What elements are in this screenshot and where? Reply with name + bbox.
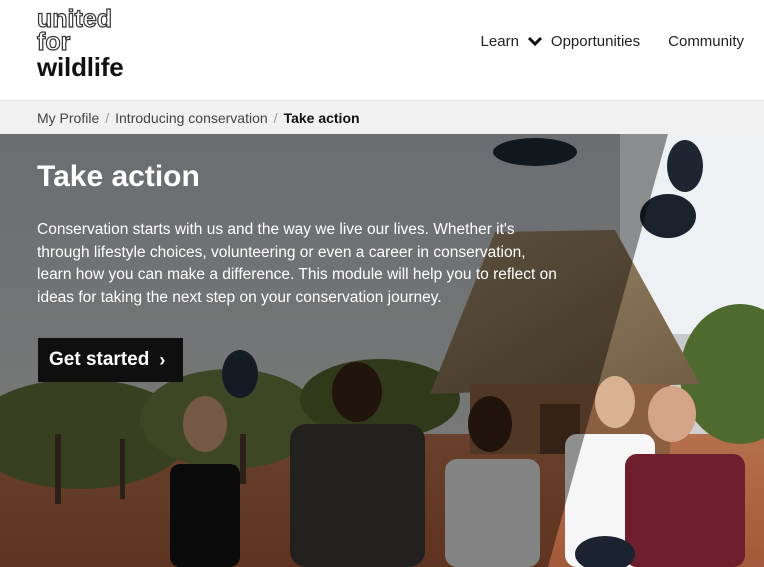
main-nav: Learn Opportunities Community — [481, 33, 744, 50]
chevron-right-icon: › — [159, 349, 166, 370]
get-started-label: Get started — [49, 349, 150, 370]
breadcrumb-separator: / — [105, 109, 110, 126]
site-header: united for wildlife Learn Opportunities … — [0, 0, 764, 100]
breadcrumb-my-profile[interactable]: My Profile — [37, 110, 99, 126]
hero-description: Conservation starts with us and the way … — [37, 221, 557, 306]
chevron-down-icon — [527, 36, 542, 46]
hero-title: Take action — [37, 160, 200, 193]
nav-community-label: Community — [668, 33, 744, 50]
breadcrumb-separator: / — [273, 109, 278, 126]
nav-opportunities-label: Opportunities — [550, 33, 641, 50]
breadcrumb: My Profile / Introducing conservation / … — [0, 100, 764, 134]
nav-community[interactable]: Community — [668, 33, 744, 50]
nav-opportunities[interactable]: Opportunities — [551, 33, 640, 50]
nav-learn[interactable]: Learn — [481, 33, 543, 50]
logo-line-for: for — [36, 28, 71, 56]
hero-banner: Take action Conservation starts with us … — [0, 134, 764, 567]
breadcrumb-introducing-conservation[interactable]: Introducing conservation — [115, 110, 268, 126]
nav-learn-label: Learn — [480, 33, 519, 50]
get-started-button[interactable]: Get started › — [38, 338, 184, 382]
breadcrumb-current: Take action — [283, 109, 360, 126]
logo-line-wildlife: wildlife — [37, 52, 124, 82]
united-for-wildlife-logo[interactable]: united for wildlife — [36, 6, 147, 84]
